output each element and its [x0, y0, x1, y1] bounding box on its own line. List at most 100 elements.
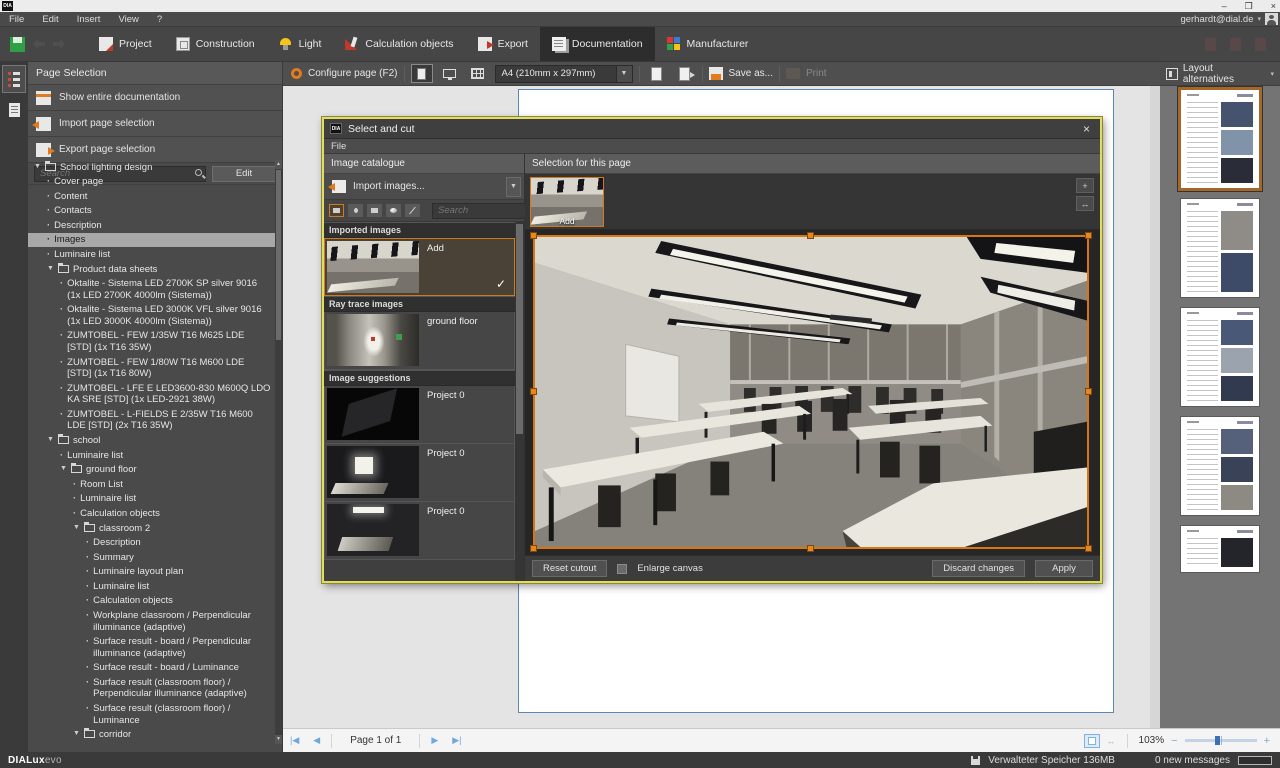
camera-icon[interactable]: [348, 204, 363, 217]
save-icon[interactable]: [10, 37, 25, 52]
page-view-button[interactable]: [411, 64, 433, 83]
tree-page[interactable]: ·Cover page: [28, 175, 275, 190]
tree-page[interactable]: ·Description: [28, 218, 275, 233]
zoom-slider[interactable]: [1185, 739, 1257, 742]
close-icon[interactable]: ×: [1079, 122, 1094, 136]
save-as-button[interactable]: Save as...: [729, 68, 773, 79]
cutout-handle[interactable]: [1085, 388, 1092, 395]
screen-view-button[interactable]: [439, 64, 461, 83]
fit-page-button[interactable]: [1084, 734, 1100, 748]
tree-page[interactable]: ·Description: [28, 536, 275, 551]
catalogue-item[interactable]: Add✓: [324, 238, 515, 296]
close-button[interactable]: ×: [1271, 0, 1276, 12]
avatar[interactable]: [1265, 13, 1278, 25]
tree-page[interactable]: ·Luminaire list: [28, 448, 275, 463]
catalogue-item[interactable]: Project 0: [324, 502, 515, 560]
cutout-handle[interactable]: [1085, 232, 1092, 239]
account-menu[interactable]: gerhardt@dial.de ▾: [1180, 14, 1261, 25]
tree-page[interactable]: ·Luminaire list: [28, 492, 275, 507]
tree-page[interactable]: ·Calculation objects: [28, 594, 275, 609]
tree-page[interactable]: ·Luminaire list: [28, 579, 275, 594]
tree-folder[interactable]: ▼school: [28, 434, 275, 449]
tree-page[interactable]: ·Surface result (classroom floor) / Lumi…: [28, 702, 275, 728]
catalogue-item[interactable]: ground floor: [324, 312, 515, 370]
layout-alternative-thumbnail[interactable]: [1181, 526, 1259, 572]
tree-folder[interactable]: ▼classroom 2: [28, 521, 275, 536]
tree-page[interactable]: ·Surface result (classroom floor) / Perp…: [28, 675, 275, 701]
import-images-button[interactable]: Import images...: [324, 180, 506, 193]
enlarge-canvas-checkbox[interactable]: [617, 564, 627, 574]
expand-arrow-icon[interactable]: ▼: [60, 465, 67, 474]
cutout-handle[interactable]: [530, 232, 537, 239]
tree-page[interactable]: ·Surface result - board / Luminance: [28, 661, 275, 676]
configure-page-button[interactable]: Configure page (F2): [308, 68, 398, 79]
tree-folder[interactable]: ▼Product data sheets: [28, 262, 275, 277]
reset-cutout-button[interactable]: Reset cutout: [532, 560, 607, 577]
menu-item-insert[interactable]: Insert: [68, 14, 110, 25]
menu-item-file[interactable]: File: [0, 14, 33, 25]
duplicate-page-button[interactable]: [674, 64, 696, 83]
expand-arrow-icon[interactable]: ▼: [73, 524, 80, 533]
prev-page-button[interactable]: ◀: [306, 735, 327, 746]
tab-construction[interactable]: Construction: [164, 27, 267, 61]
cutout-handle[interactable]: [807, 545, 814, 552]
tree-page[interactable]: ·Luminaire layout plan: [28, 565, 275, 580]
cutout-region[interactable]: [533, 235, 1089, 549]
import-page-selection-button[interactable]: Import page selection: [28, 111, 282, 137]
resize-strip-button[interactable]: ↔: [1076, 196, 1094, 211]
tree-page[interactable]: ·Images: [28, 233, 275, 248]
scroll-up-icon[interactable]: ▲: [275, 160, 282, 169]
last-page-button[interactable]: ▶|: [445, 735, 468, 746]
expand-arrow-icon[interactable]: ▼: [47, 436, 54, 445]
image-icon[interactable]: [367, 204, 382, 217]
zoom-out-button[interactable]: −: [1171, 735, 1177, 747]
selected-image-thumbnail[interactable]: Add: [530, 177, 604, 227]
dialog-titlebar[interactable]: DIA Select and cut ×: [324, 119, 1100, 139]
document-rail-button[interactable]: [2, 96, 26, 124]
sidebar-scrollbar[interactable]: ▲ ▼: [275, 160, 282, 744]
minimize-button[interactable]: –: [1222, 0, 1227, 12]
first-page-button[interactable]: |◀: [283, 735, 306, 746]
tree-folder[interactable]: ▼ground floor: [28, 463, 275, 478]
layout-alternative-thumbnail[interactable]: [1181, 90, 1259, 188]
expand-arrow-icon[interactable]: ▼: [73, 730, 80, 739]
cutout-handle[interactable]: [530, 545, 537, 552]
discard-changes-button[interactable]: Discard changes: [932, 560, 1025, 577]
dialog-file-menu[interactable]: File: [331, 141, 346, 152]
tab-project[interactable]: Project: [87, 27, 164, 61]
zoom-slider-handle[interactable]: [1215, 736, 1220, 745]
import-dropdown-button[interactable]: ▼: [506, 177, 521, 197]
fit-width-button[interactable]: ↔: [1107, 736, 1116, 746]
tree-page[interactable]: ·Surface result - board / Perpendicular …: [28, 635, 275, 661]
tree-page[interactable]: ·Content: [28, 189, 275, 204]
tree-page[interactable]: ·ZUMTOBEL - FEW 1/35W T16 M625 LDE [STD]…: [28, 329, 275, 355]
layout-alternatives-header[interactable]: Layout alternatives ▾: [1160, 62, 1280, 86]
tree-page[interactable]: ·Luminaire list: [28, 247, 275, 262]
tree-page[interactable]: ·ZUMTOBEL - LFE E LED3600-830 M600Q LDO …: [28, 381, 275, 407]
menu-item-edit[interactable]: Edit: [33, 14, 67, 25]
messages-status[interactable]: 0 new messages: [1155, 755, 1230, 766]
tab-documentation[interactable]: Documentation: [540, 27, 655, 61]
next-page-button[interactable]: ▶: [424, 735, 445, 746]
cutout-handle[interactable]: [530, 388, 537, 395]
tree-page[interactable]: ·ZUMTOBEL - FEW 1/80W T16 M600 LDE [STD]…: [28, 355, 275, 381]
cutout-handle[interactable]: [807, 232, 814, 239]
catalogue-scrollbar[interactable]: [515, 222, 524, 581]
catalogue-item[interactable]: Project 0: [324, 444, 515, 502]
layout-alternative-thumbnail[interactable]: [1181, 199, 1259, 297]
tab-export[interactable]: Export: [466, 27, 540, 61]
tree-folder[interactable]: ▼corridor: [28, 728, 275, 743]
tab-manufacturer[interactable]: Manufacturer: [655, 27, 761, 61]
tab-light[interactable]: Light: [267, 27, 334, 61]
menu-item-help[interactable]: ?: [148, 14, 171, 25]
menu-item-view[interactable]: View: [109, 14, 147, 25]
tree-folder[interactable]: ▼School lighting design: [28, 160, 275, 175]
scroll-down-icon[interactable]: ▼: [275, 735, 282, 744]
cutout-handle[interactable]: [1085, 545, 1092, 552]
zoom-in-button[interactable]: +: [1264, 735, 1270, 747]
imported-images-filter-icon[interactable]: [329, 204, 344, 217]
tree-page[interactable]: ·Room List: [28, 477, 275, 492]
apply-button[interactable]: Apply: [1035, 560, 1093, 577]
new-page-button[interactable]: [646, 64, 668, 83]
expand-arrow-icon[interactable]: ▼: [34, 163, 41, 172]
